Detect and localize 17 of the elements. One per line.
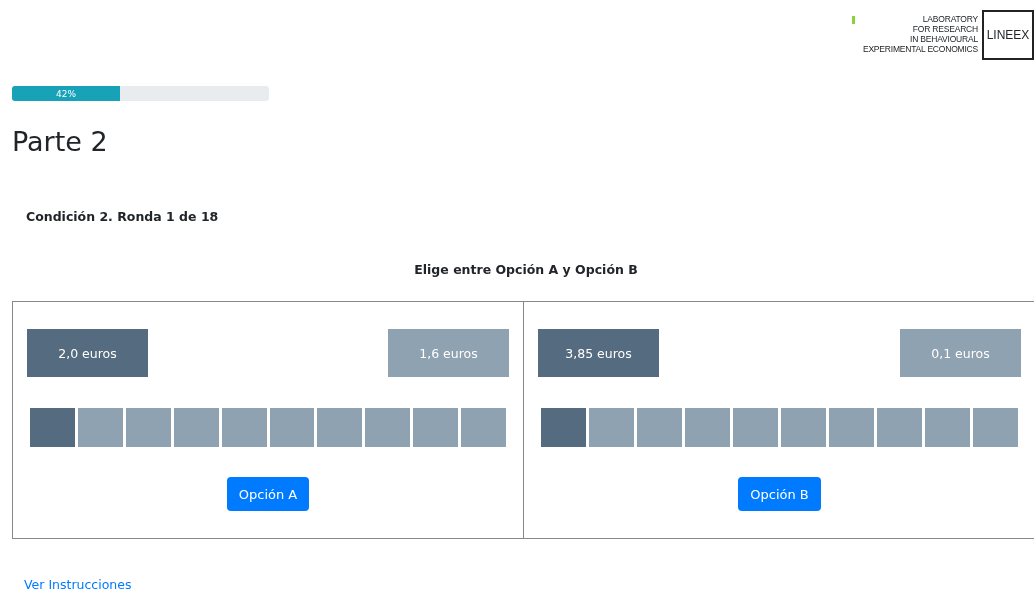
- prompt-text: Elige entre Opción A y Opción B: [413, 262, 639, 277]
- logo-accent-icon: [851, 16, 855, 24]
- option-button[interactable]: Opción B: [738, 477, 821, 511]
- option-button[interactable]: Opción A: [226, 477, 310, 511]
- logo-text: EXPERIMENTAL ECONOMICS: [862, 44, 978, 54]
- instructions-link[interactable]: Ver Instrucciones: [24, 577, 132, 592]
- logo-text: IN BEHAVIOURAL: [910, 34, 978, 44]
- low-payoff: 0,1 euros: [900, 329, 1021, 377]
- logo-text: FOR RESEARCH: [912, 24, 978, 34]
- round-label: Condición 2. Ronda 1 de 18: [26, 209, 220, 224]
- low-payoff: 1,6 euros: [388, 329, 509, 377]
- high-payoff: 2,0 euros: [27, 329, 148, 377]
- progress-fill: 42%: [12, 86, 120, 101]
- logo-text: LABORATORY: [922, 14, 978, 24]
- logo-mark: LINEEX: [982, 10, 1034, 60]
- high-payoff: 3,85 euros: [538, 329, 659, 377]
- page-title: Parte 2: [12, 125, 109, 159]
